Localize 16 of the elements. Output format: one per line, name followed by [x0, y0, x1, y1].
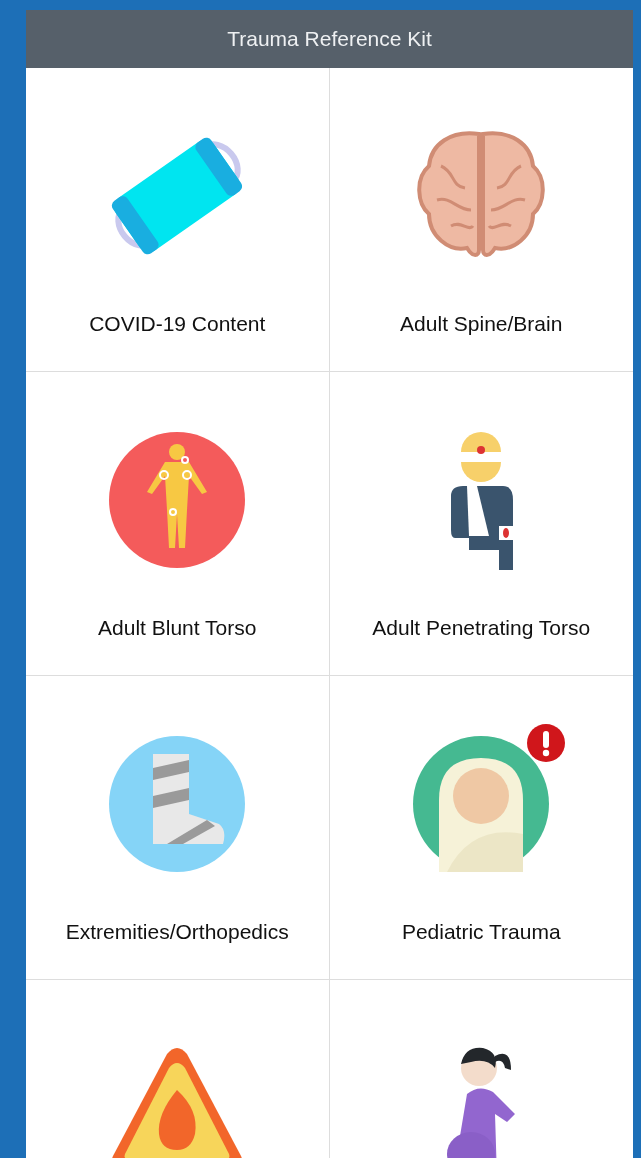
swaddled-baby-icon	[411, 734, 552, 874]
app-title: Trauma Reference Kit	[227, 27, 432, 51]
category-tile[interactable]: Adult Spine/Brain	[329, 68, 633, 372]
category-tile[interactable]: COVID-19 Content	[26, 68, 330, 372]
tile-label: Adult Spine/Brain	[400, 312, 563, 336]
tile-label: COVID-19 Content	[89, 312, 266, 336]
tile-label: Pediatric Trauma	[401, 920, 561, 944]
body-diagram-icon	[107, 430, 248, 570]
leg-cast-icon	[107, 734, 248, 874]
category-tile[interactable]: Adult Blunt Torso	[26, 372, 330, 676]
tile-label: Adult Penetrating Torso	[372, 616, 591, 640]
category-tile[interactable]: Extremities/Orthopedics	[26, 676, 330, 980]
tile-label: Extremities/Orthopedics	[65, 920, 289, 944]
category-tile[interactable]: Pediatric Trauma	[329, 676, 633, 980]
tile-label: Adult Blunt Torso	[98, 616, 257, 640]
category-tile[interactable]: Adult Penetrating Torso	[329, 372, 633, 676]
